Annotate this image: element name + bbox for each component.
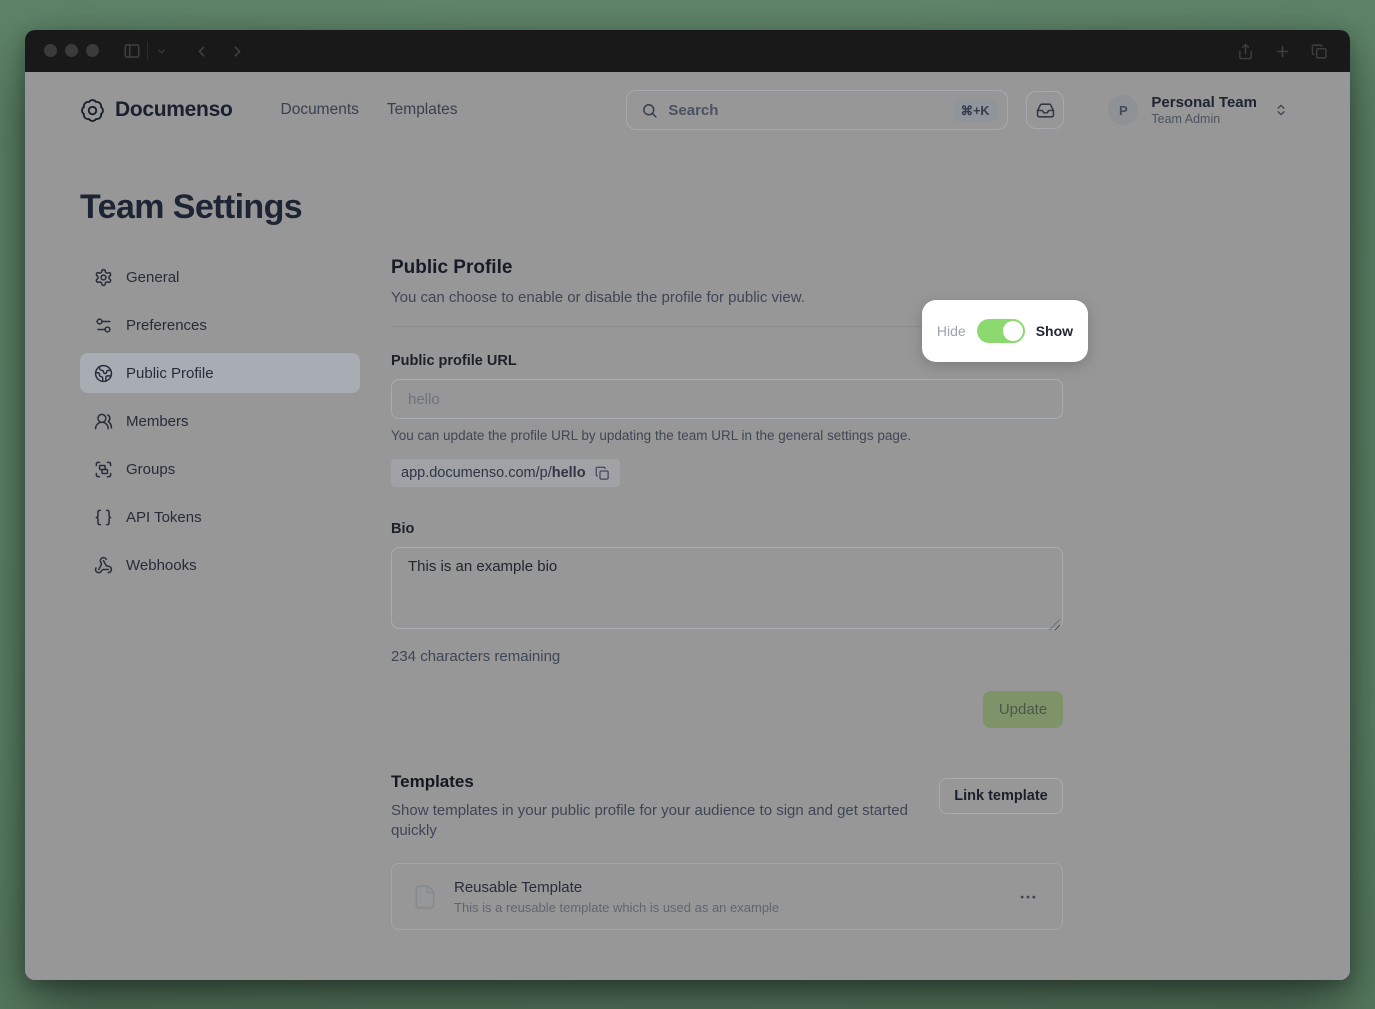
sidebar-item-label: General <box>126 269 179 286</box>
app-content: Documenso Documents Templates ⌘+K P Pers… <box>25 72 1350 980</box>
template-list-item[interactable]: Reusable Template This is a reusable tem… <box>391 863 1063 930</box>
copy-icon <box>595 466 610 481</box>
settings-sidenav: General Preferences Public Profile Membe… <box>80 257 360 930</box>
braces-icon <box>94 508 113 527</box>
zoom-button[interactable] <box>86 44 99 57</box>
copy-url-button[interactable] <box>595 466 610 481</box>
panel-left-icon <box>123 42 141 60</box>
plus-icon <box>1274 43 1291 60</box>
bio-textarea[interactable]: This is an example bio <box>391 547 1063 629</box>
sidebar-toggle-button[interactable] <box>123 42 141 60</box>
globe-icon <box>94 364 113 383</box>
search-shortcut-badge: ⌘+K <box>953 99 998 122</box>
gear-icon <box>94 268 113 287</box>
brand-name: Documenso <box>115 98 233 122</box>
chevron-left-icon <box>193 43 210 60</box>
more-horizontal-icon <box>1018 887 1038 907</box>
chevrons-up-down-icon <box>1274 103 1288 117</box>
sidebar-item-label: Public Profile <box>126 365 214 382</box>
search-input[interactable] <box>668 102 942 119</box>
sidebar-item-members[interactable]: Members <box>80 401 360 441</box>
profile-visibility-spotlight: Hide Show <box>922 300 1088 362</box>
main-nav: Documents Templates <box>281 101 458 119</box>
sidebar-item-general[interactable]: General <box>80 257 360 297</box>
users-icon <box>94 412 113 431</box>
user-menu[interactable]: P Personal Team Team Admin <box>1108 94 1288 127</box>
characters-remaining: 234 characters remaining <box>391 648 1063 665</box>
public-url-text: app.documenso.com/p/hello <box>401 465 586 481</box>
close-button[interactable] <box>44 44 57 57</box>
search-bar[interactable]: ⌘+K <box>626 90 1008 130</box>
sidebar-item-label: Webhooks <box>126 557 197 574</box>
toggle-show-label: Show <box>1036 323 1073 339</box>
chevron-right-icon <box>229 43 246 60</box>
template-subtitle: This is a reusable template which is use… <box>454 900 779 915</box>
template-actions-button[interactable] <box>1014 883 1042 911</box>
traffic-lights <box>44 44 99 57</box>
brand[interactable]: Documenso <box>80 98 233 123</box>
new-tab-button[interactable] <box>1274 43 1291 60</box>
bio-field-label: Bio <box>391 521 1063 537</box>
sliders-icon <box>94 316 113 335</box>
search-icon <box>641 102 658 119</box>
section-title: Public Profile <box>391 257 1063 279</box>
documenso-logo-icon <box>80 98 105 123</box>
inbox-icon <box>1036 101 1055 120</box>
chevron-down-icon <box>156 46 167 57</box>
template-title: Reusable Template <box>454 879 779 896</box>
toggle-knob <box>1003 321 1023 341</box>
sidebar-item-preferences[interactable]: Preferences <box>80 305 360 345</box>
sidebar-item-webhooks[interactable]: Webhooks <box>80 545 360 585</box>
titlebar-divider <box>147 42 148 60</box>
nav-templates[interactable]: Templates <box>387 101 458 119</box>
browser-titlebar <box>25 30 1350 72</box>
inbox-button[interactable] <box>1026 91 1064 129</box>
templates-section-title: Templates <box>391 772 921 792</box>
tab-overview-button[interactable] <box>1311 43 1328 60</box>
sidebar-item-groups[interactable]: Groups <box>80 449 360 489</box>
url-helper-text: You can update the profile URL by updati… <box>391 428 1063 443</box>
user-role: Team Admin <box>1151 112 1257 127</box>
app-header: Documenso Documents Templates ⌘+K P Pers… <box>25 72 1350 148</box>
group-icon <box>94 460 113 479</box>
tabs-icon <box>1311 43 1328 60</box>
sidebar-item-api-tokens[interactable]: API Tokens <box>80 497 360 537</box>
sidebar-item-label: Groups <box>126 461 175 478</box>
browser-window: Documenso Documents Templates ⌘+K P Pers… <box>25 30 1350 980</box>
sidebar-item-label: Preferences <box>126 317 207 334</box>
sidebar-item-label: API Tokens <box>126 509 202 526</box>
share-icon <box>1237 43 1254 60</box>
back-button[interactable] <box>193 43 210 60</box>
webhook-icon <box>94 556 113 575</box>
avatar: P <box>1108 95 1138 125</box>
sidebar-item-label: Members <box>126 413 189 430</box>
sidebar-menu-chevron[interactable] <box>156 46 167 57</box>
nav-documents[interactable]: Documents <box>281 101 359 119</box>
page-title: Team Settings <box>80 188 1295 227</box>
file-icon <box>412 882 438 912</box>
toggle-hide-label: Hide <box>937 323 966 339</box>
update-button[interactable]: Update <box>983 691 1063 728</box>
profile-visibility-toggle[interactable] <box>977 319 1025 343</box>
public-profile-url-input[interactable] <box>391 379 1063 419</box>
share-button[interactable] <box>1237 43 1254 60</box>
team-settings-page: Team Settings General Preferences Public… <box>25 188 1350 930</box>
minimize-button[interactable] <box>65 44 78 57</box>
templates-section-description: Show templates in your public profile fo… <box>391 801 921 841</box>
user-name: Personal Team <box>1151 94 1257 112</box>
public-url-pill: app.documenso.com/p/hello <box>391 459 620 487</box>
link-template-button[interactable]: Link template <box>939 778 1063 814</box>
forward-button[interactable] <box>229 43 246 60</box>
sidebar-item-public-profile[interactable]: Public Profile <box>80 353 360 393</box>
